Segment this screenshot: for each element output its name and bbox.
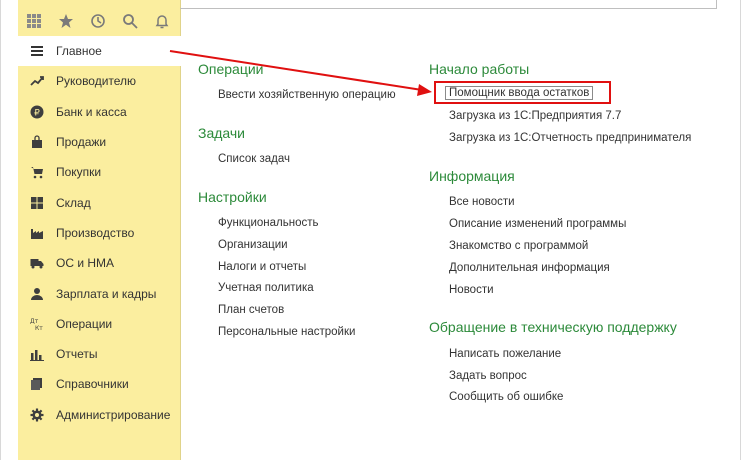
sidebar-item-label: Операции <box>56 316 113 331</box>
sidebar-item-admin[interactable]: Администрирование <box>18 400 180 430</box>
section-title-info: Информация <box>429 168 515 184</box>
bell-icon[interactable] <box>146 6 178 36</box>
link-chart-of-accounts[interactable]: План счетов <box>218 304 284 316</box>
sidebar-item-sales[interactable]: Продажи <box>18 127 180 157</box>
sidebar-item-purchases[interactable]: Покупки <box>18 157 180 187</box>
sidebar-item-label: Склад <box>56 195 91 210</box>
warehouse-icon <box>30 196 44 210</box>
section-title-operations: Операции <box>198 61 264 77</box>
sidebar-item-label: Продажи <box>56 135 107 150</box>
sidebar-item-catalogs[interactable]: Справочники <box>18 369 180 399</box>
sidebar-item-director[interactable]: Руководителю <box>18 66 180 96</box>
top-divider <box>180 8 716 9</box>
search-icon[interactable] <box>114 6 146 36</box>
bar-chart-icon <box>30 347 44 362</box>
sidebar-item-label: Банк и касса <box>56 104 127 119</box>
sidebar-item-label: Справочники <box>56 377 129 392</box>
section-title-settings: Настройки <box>198 189 267 205</box>
link-ask-question[interactable]: Задать вопрос <box>449 370 527 382</box>
sidebar-item-label: Зарплата и кадры <box>56 286 157 301</box>
section-title-start: Начало работы <box>429 61 530 77</box>
sidebar-item-main[interactable]: Главное <box>18 36 181 67</box>
sidebar-item-label: Администрирование <box>56 407 171 422</box>
ruble-icon: ₽ <box>30 105 44 119</box>
link-task-list[interactable]: Список задач <box>218 153 290 165</box>
section-title-tasks: Задачи <box>198 125 246 141</box>
svg-text:Дт: Дт <box>30 318 39 325</box>
bag-icon <box>30 135 44 149</box>
sidebar-item-label: Руководителю <box>56 74 137 89</box>
link-changes[interactable]: Описание изменений программы <box>449 218 626 230</box>
link-organizations[interactable]: Организации <box>218 239 288 251</box>
link-functionality[interactable]: Функциональность <box>218 217 319 229</box>
sidebar-item-reports[interactable]: Отчеты <box>18 339 180 369</box>
sidebar-item-label: Производство <box>56 225 135 240</box>
section-title-support: Обращение в техническую поддержку <box>429 319 677 335</box>
link-news[interactable]: Новости <box>449 284 494 296</box>
grid-icon[interactable] <box>18 6 50 36</box>
menu-icon <box>30 44 44 58</box>
sidebar-item-salary[interactable]: Зарплата и кадры <box>18 278 180 308</box>
dt-kt-icon: Дт Кт <box>30 317 44 331</box>
truck-icon <box>30 256 44 270</box>
sidebar-item-label: ОС и НМА <box>56 256 115 271</box>
sidebar-item-production[interactable]: Производство <box>18 218 180 248</box>
link-enter-operation[interactable]: Ввести хозяйственную операцию <box>218 89 396 101</box>
sidebar-item-operations[interactable]: Дт Кт Операции <box>18 309 180 339</box>
sidebar-item-warehouse[interactable]: Склад <box>18 187 180 217</box>
svg-text:₽: ₽ <box>34 108 40 118</box>
link-personal-settings[interactable]: Персональные настройки <box>218 326 355 338</box>
sidebar-item-label: Покупки <box>56 165 102 180</box>
chart-trend-icon <box>30 74 44 88</box>
svg-text:Кт: Кт <box>35 325 43 331</box>
link-report-error[interactable]: Сообщить об ошибке <box>449 391 563 403</box>
person-icon <box>30 287 44 301</box>
link-import-entrepreneur[interactable]: Загрузка из 1С:Отчетность предпринимател… <box>449 132 691 144</box>
link-introduction[interactable]: Знакомство с программой <box>449 240 588 252</box>
link-write-suggestion[interactable]: Написать пожелание <box>449 348 561 360</box>
star-icon[interactable] <box>50 6 82 36</box>
sidebar-item-label: Главное <box>56 44 102 59</box>
link-all-news[interactable]: Все новости <box>449 196 515 208</box>
link-accounting-policy[interactable]: Учетная политика <box>218 282 314 294</box>
cart-icon <box>30 165 44 179</box>
link-import-77[interactable]: Загрузка из 1С:Предприятия 7.7 <box>449 110 621 122</box>
sidebar-item-bank[interactable]: ₽ Банк и касса <box>18 97 180 127</box>
factory-icon <box>30 226 44 240</box>
gear-icon <box>30 408 44 422</box>
history-icon[interactable] <box>82 6 114 36</box>
link-taxes-reports[interactable]: Налоги и отчеты <box>218 261 306 273</box>
annotation-highlight-box <box>434 81 611 104</box>
books-icon <box>30 377 44 391</box>
toolbar <box>18 6 180 36</box>
link-additional-info[interactable]: Дополнительная информация <box>449 262 610 274</box>
sidebar-item-label: Отчеты <box>56 347 98 362</box>
top-divider-end <box>716 0 717 9</box>
sidebar-item-assets[interactable]: ОС и НМА <box>18 248 180 278</box>
sidebar-nav: Главное Руководителю ₽ Банк и касса Прод… <box>18 36 181 430</box>
